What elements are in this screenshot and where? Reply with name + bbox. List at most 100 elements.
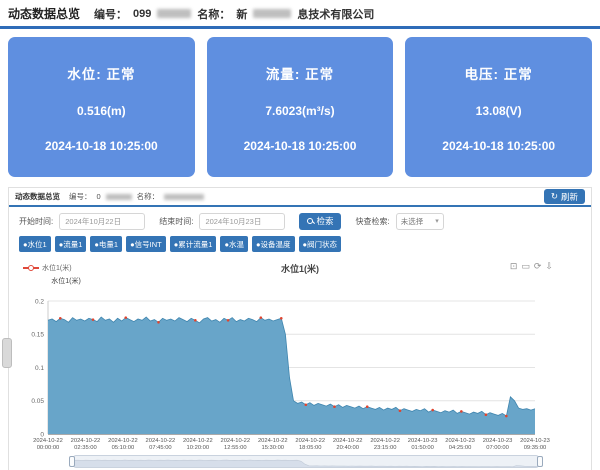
refresh-icon: ↻ bbox=[551, 191, 558, 202]
datazoom-slider[interactable] bbox=[67, 455, 545, 469]
chart-area: 水位1(米) 水位1(米) ⊡ ▭ ⟳ ⇩ 00.050.10.150.2水位1… bbox=[9, 257, 591, 455]
search-button[interactable]: 检索 bbox=[299, 213, 341, 230]
data-point-marker bbox=[431, 409, 434, 412]
start-time-label: 开始时间: bbox=[19, 216, 53, 227]
chart-canvas[interactable]: 00.050.10.150.2水位1(米)2024-10-2200:00:002… bbox=[9, 273, 591, 455]
app-header: 动态数据总览 编号：099 名称：新息技术有限公司 bbox=[0, 0, 600, 29]
panel-number-label: 编号： bbox=[69, 191, 92, 202]
minimap-area bbox=[74, 460, 539, 468]
card-value: 0.516(m) bbox=[14, 104, 189, 118]
card-timestamp: 2024-10-18 10:25:00 bbox=[411, 139, 586, 153]
status-cards: 水位: 正常 0.516(m) 2024-10-18 10:25:00 流量: … bbox=[8, 37, 592, 177]
x-tick-label: 2024-10-2301:50:00 bbox=[408, 438, 438, 451]
y-axis-name: 水位1(米) bbox=[51, 276, 81, 285]
data-point-marker bbox=[280, 317, 283, 320]
series-button-flow[interactable]: ●流量1 bbox=[55, 236, 87, 252]
data-point-marker bbox=[194, 319, 197, 322]
datazoom-minimap bbox=[74, 458, 539, 468]
data-point-marker bbox=[366, 405, 369, 408]
data-point-marker bbox=[59, 317, 62, 320]
station-number-label: 编号： bbox=[94, 6, 127, 22]
panel-name-label: 名称： bbox=[137, 191, 160, 202]
end-time-value: 2024年10月23日 bbox=[205, 216, 261, 227]
end-time-input[interactable]: 2024年10月23日 bbox=[199, 213, 285, 230]
toolbox-datazoom-icon[interactable]: ⊡ bbox=[510, 261, 518, 272]
x-tick-label: 2024-10-2307:00:00 bbox=[483, 438, 513, 451]
card-timestamp: 2024-10-18 10:25:00 bbox=[213, 139, 388, 153]
series-button-total-flow[interactable]: ●累计流量1 bbox=[170, 236, 217, 252]
data-point-marker bbox=[124, 316, 127, 319]
toolbox-restore-icon[interactable]: ⟳ bbox=[534, 261, 542, 272]
chevron-down-icon: ▾ bbox=[435, 217, 439, 225]
x-tick-label: 2024-10-2212:55:00 bbox=[220, 438, 250, 451]
quick-search-label: 快查检索: bbox=[355, 216, 389, 227]
data-point-marker bbox=[505, 415, 508, 418]
x-tick-label: 2024-10-2200:00:00 bbox=[33, 438, 63, 451]
redacted-text bbox=[164, 194, 204, 200]
x-tick-label: 2024-10-2309:35:00 bbox=[520, 438, 550, 451]
card-value: 13.08(V) bbox=[411, 104, 586, 118]
station-name-value: 新 bbox=[236, 6, 247, 22]
series-button-battery[interactable]: ●电量1 bbox=[90, 236, 122, 252]
card-title: 水位: 正常 bbox=[14, 63, 189, 83]
series-button-water-level[interactable]: ●水位1 bbox=[19, 236, 51, 252]
x-tick-label: 2024-10-2304:25:00 bbox=[445, 438, 475, 451]
card-timestamp: 2024-10-18 10:25:00 bbox=[14, 139, 189, 153]
data-panel: 动态数据总览 编号：0 名称： ↻ 刷新 开始时间: 2024年10月22日 结… bbox=[8, 187, 592, 470]
x-tick-label: 2024-10-2205:10:00 bbox=[108, 438, 138, 451]
refresh-button[interactable]: ↻ 刷新 bbox=[544, 189, 585, 204]
x-tick-label: 2024-10-2207:45:00 bbox=[146, 438, 176, 451]
card-title: 流量: 正常 bbox=[213, 63, 388, 83]
y-tick-label: 0.2 bbox=[35, 298, 44, 305]
card-title: 电压: 正常 bbox=[411, 63, 586, 83]
data-point-marker bbox=[92, 318, 95, 321]
datazoom-right-handle[interactable] bbox=[537, 456, 543, 467]
data-point-marker bbox=[260, 316, 263, 319]
flow-card: 流量: 正常 7.6023(m³/s) 2024-10-18 10:25:00 bbox=[207, 37, 394, 177]
data-point-marker bbox=[460, 410, 463, 413]
card-value: 7.6023(m³/s) bbox=[213, 104, 388, 118]
start-time-input[interactable]: 2024年10月22日 bbox=[59, 213, 145, 230]
redacted-text bbox=[106, 194, 132, 200]
station-number-value: 099 bbox=[133, 8, 151, 20]
y-tick-label: 0.1 bbox=[35, 365, 44, 372]
filter-row: 开始时间: 2024年10月22日 结束时间: 2024年10月23日 检索 快… bbox=[9, 207, 591, 234]
refresh-label: 刷新 bbox=[561, 191, 578, 203]
data-point-marker bbox=[333, 405, 336, 408]
quick-search-value: 未选择 bbox=[401, 216, 424, 227]
data-point-marker bbox=[227, 319, 230, 322]
search-icon bbox=[307, 218, 313, 224]
panel-title: 动态数据总览 bbox=[15, 191, 60, 202]
station-name-label: 名称： bbox=[197, 6, 230, 22]
water-level-card: 水位: 正常 0.516(m) 2024-10-18 10:25:00 bbox=[8, 37, 195, 177]
panel-header: 动态数据总览 编号：0 名称： ↻ 刷新 bbox=[9, 188, 591, 207]
chart-toolbox: ⊡ ▭ ⟳ ⇩ bbox=[510, 261, 553, 272]
x-tick-label: 2024-10-2215:30:00 bbox=[258, 438, 288, 451]
datazoom-left-handle[interactable] bbox=[69, 456, 75, 467]
voltage-card: 电压: 正常 13.08(V) 2024-10-18 10:25:00 bbox=[405, 37, 592, 177]
search-label: 检索 bbox=[316, 215, 333, 227]
series-button-row: ●水位1 ●流量1 ●电量1 ●信号INT ●累计流量1 ●水温 ●设备温度 ●… bbox=[9, 234, 591, 257]
x-tick-label: 2024-10-2202:35:00 bbox=[71, 438, 101, 451]
x-tick-label: 2024-10-2223:15:00 bbox=[370, 438, 400, 451]
x-tick-label: 2024-10-2218:05:00 bbox=[295, 438, 325, 451]
toolbox-save-image-icon[interactable]: ⇩ bbox=[545, 261, 553, 272]
data-point-marker bbox=[485, 413, 488, 416]
x-tick-label: 2024-10-2210:20:00 bbox=[183, 438, 213, 451]
x-tick-label: 2024-10-2220:40:00 bbox=[333, 438, 363, 451]
redacted-text bbox=[253, 9, 291, 18]
y-tick-label: 0.05 bbox=[31, 398, 44, 405]
series-button-signal[interactable]: ●信号INT bbox=[126, 236, 166, 252]
series-button-valve-status[interactable]: ●阀门状态 bbox=[299, 236, 342, 252]
page-title: 动态数据总览 bbox=[8, 5, 80, 22]
start-time-value: 2024年10月22日 bbox=[65, 216, 121, 227]
y-tick-label: 0.15 bbox=[31, 332, 44, 339]
toolbox-dataview-icon[interactable]: ▭ bbox=[521, 261, 530, 272]
redacted-text bbox=[157, 9, 191, 18]
series-button-water-temp[interactable]: ●水温 bbox=[220, 236, 248, 252]
drawer-handle[interactable] bbox=[2, 338, 12, 368]
end-time-label: 结束时间: bbox=[159, 216, 193, 227]
quick-search-select[interactable]: 未选择 ▾ bbox=[396, 213, 444, 230]
series-button-device-temp[interactable]: ●设备温度 bbox=[252, 236, 295, 252]
datazoom-track[interactable] bbox=[73, 455, 539, 468]
